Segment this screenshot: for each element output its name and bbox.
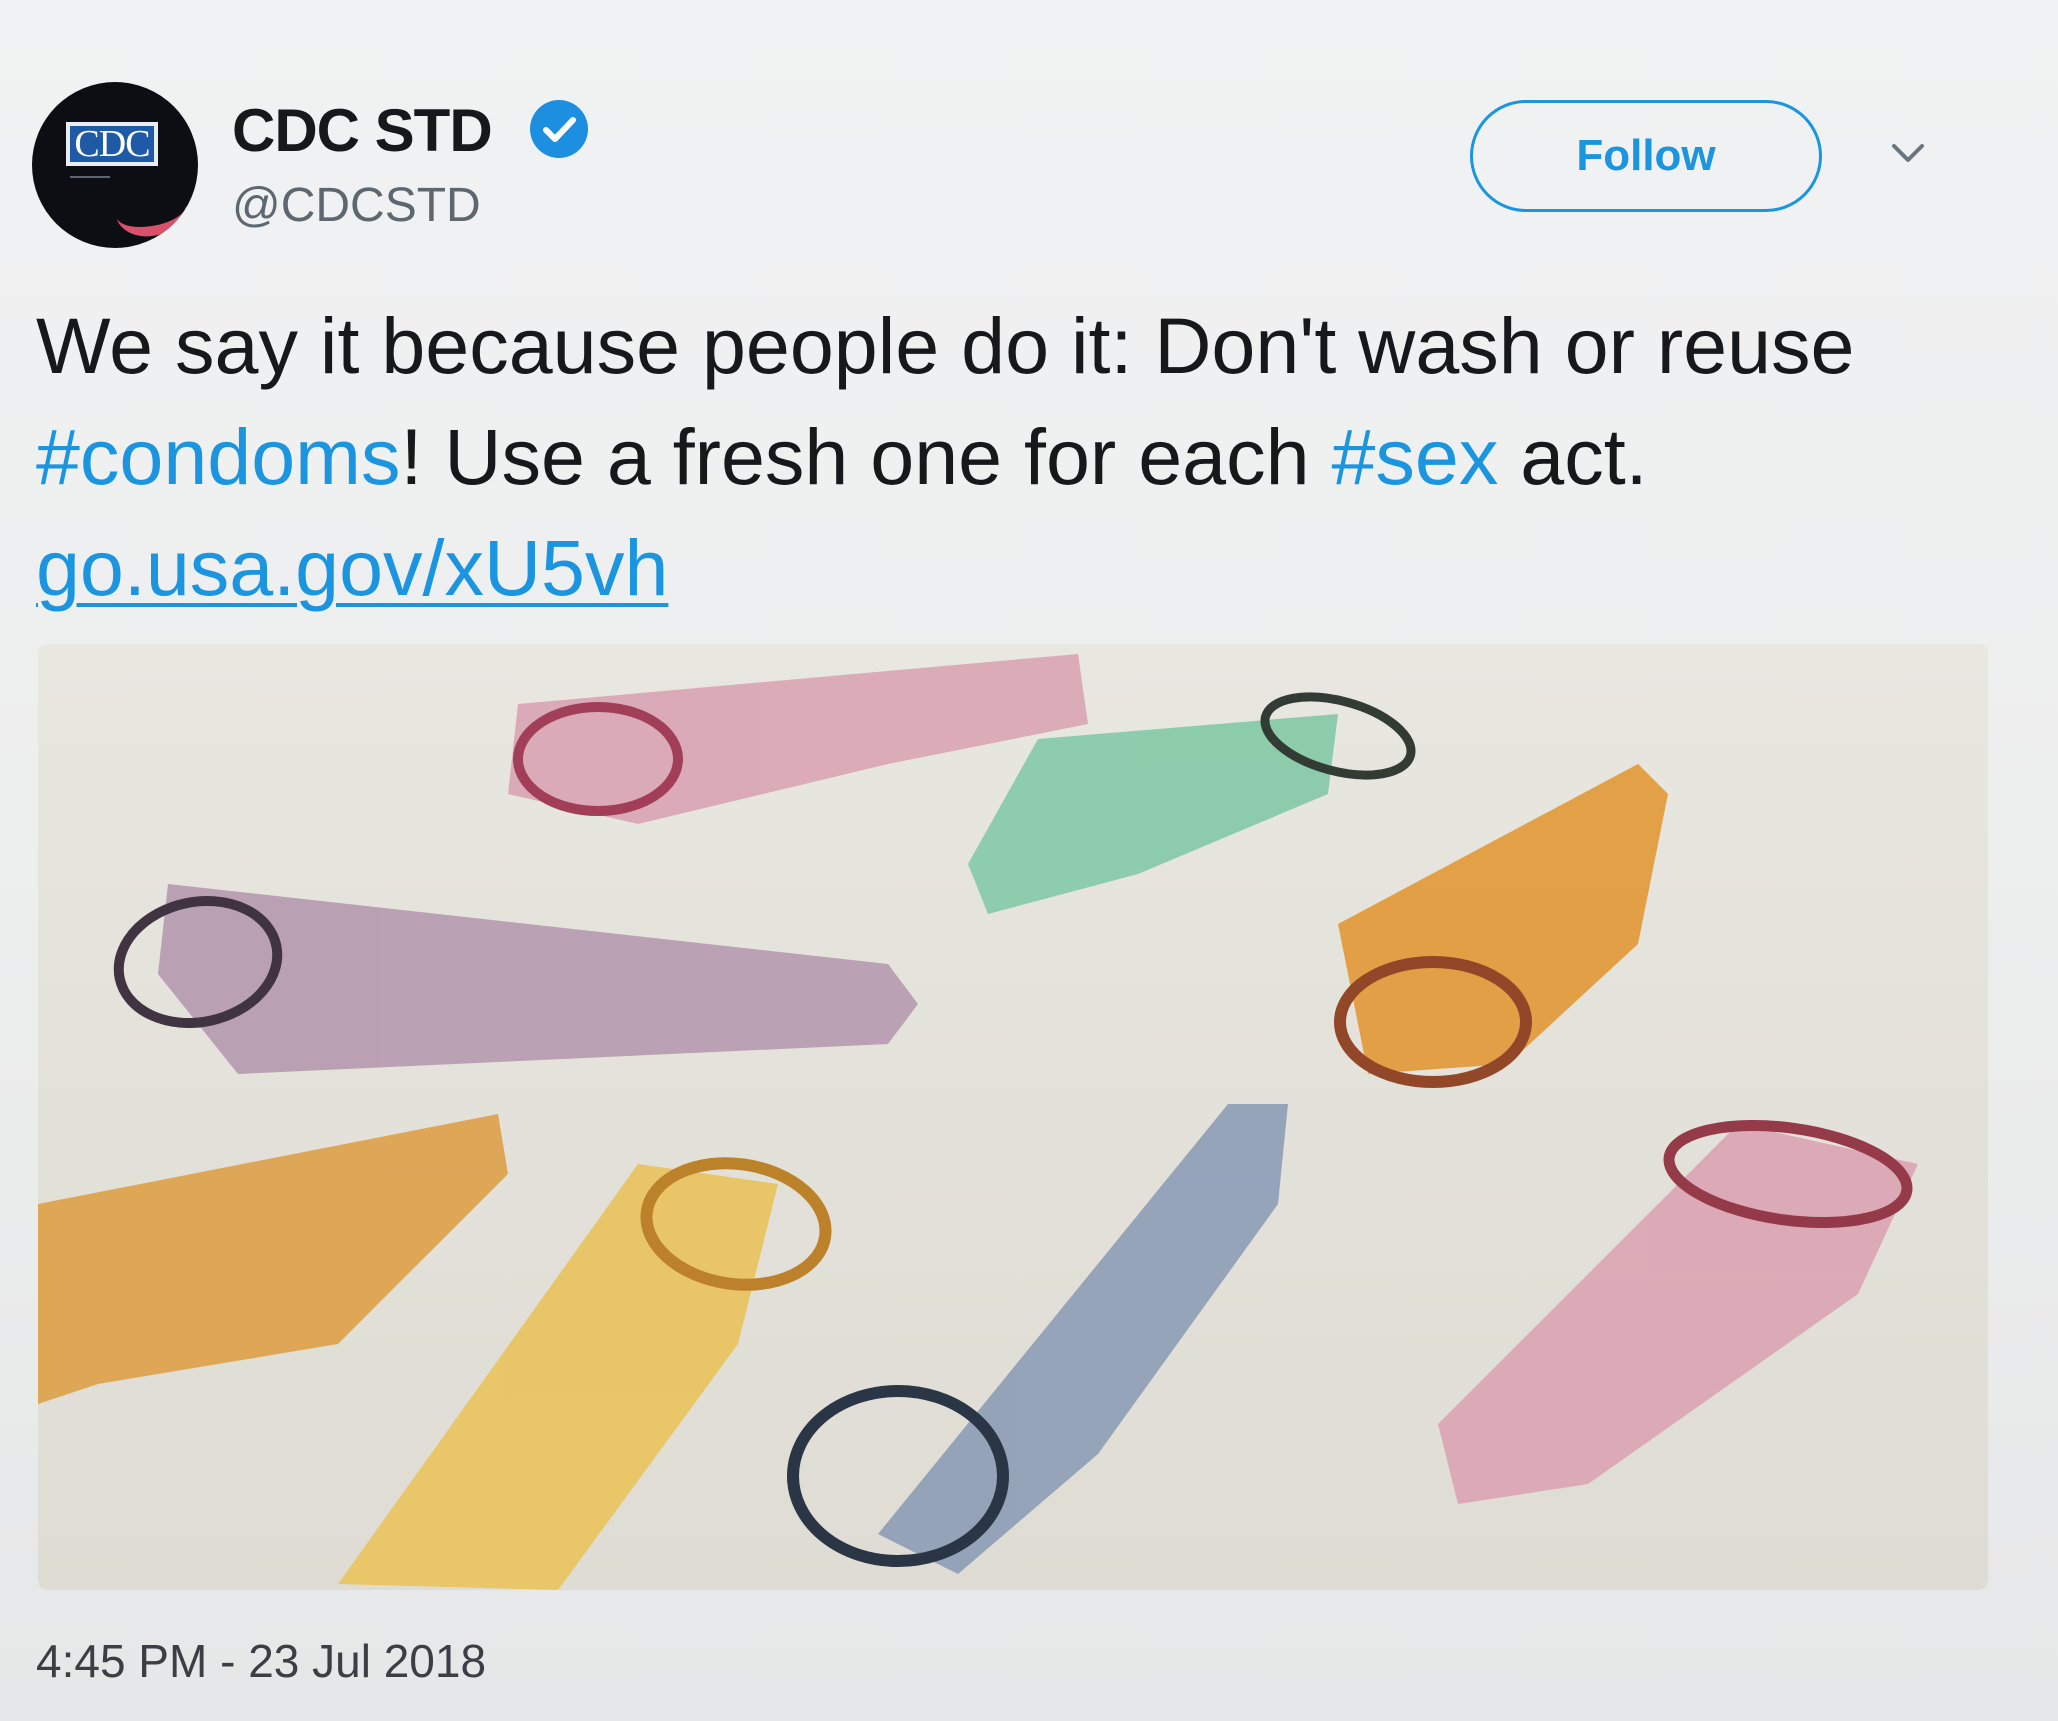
chevron-down-icon[interactable]: [1888, 138, 1928, 168]
tweet-text-segment: We say it because people do it: Don't wa…: [36, 301, 1855, 390]
tweet-text: We say it because people do it: Don't wa…: [36, 290, 2026, 623]
follow-button[interactable]: Follow: [1470, 100, 1822, 212]
logo-swoosh: [112, 180, 190, 242]
display-name[interactable]: CDC STD: [232, 96, 493, 165]
cdc-logo: CDC: [66, 122, 158, 166]
tweet-card: CDC CDC STD @CDCSTD Follow We say it bec…: [0, 0, 2058, 1721]
tweet-media-image[interactable]: [38, 644, 1988, 1590]
tweet-text-segment: ! Use a fresh one for each: [400, 412, 1332, 501]
logo-subtext: [70, 176, 110, 198]
user-handle[interactable]: @CDCSTD: [232, 178, 481, 233]
verified-badge-icon: [530, 100, 588, 158]
tweet-link[interactable]: go.usa.gov/xU5vh: [36, 523, 668, 612]
hashtag-sex[interactable]: #sex: [1331, 412, 1498, 501]
hashtag-condoms[interactable]: #condoms: [36, 412, 401, 501]
timestamp[interactable]: 4:45 PM - 23 Jul 2018: [36, 1634, 486, 1688]
avatar[interactable]: CDC: [32, 82, 198, 248]
tweet-text-segment: act.: [1498, 412, 1648, 501]
